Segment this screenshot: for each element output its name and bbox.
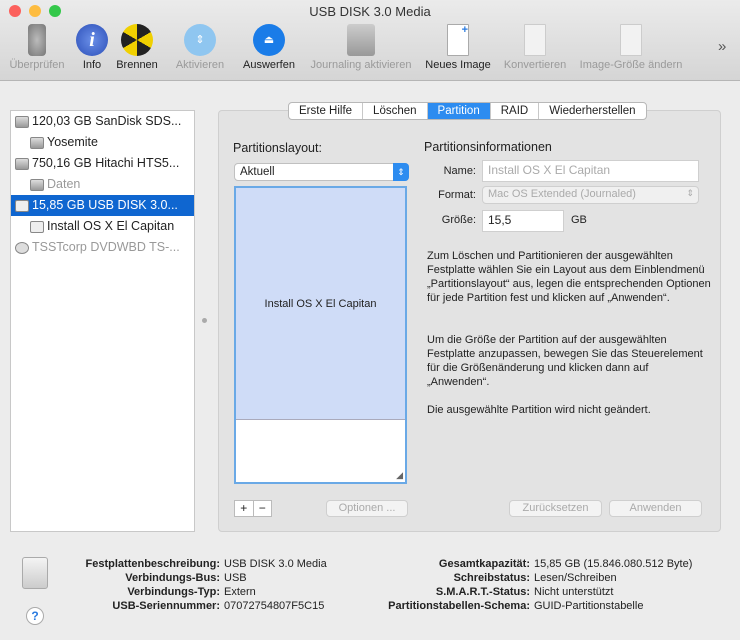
name-label: Name: [443, 165, 476, 177]
info-value: USB [224, 572, 247, 584]
info-label: Schreibstatus: [453, 572, 530, 584]
convert-button[interactable]: Konvertieren [499, 24, 571, 71]
revert-button[interactable]: Zurücksetzen [509, 500, 602, 517]
journaling-icon [347, 24, 375, 56]
chevron-updown-icon: ⇕ [393, 163, 409, 181]
partition-info-title: Partitionsinformationen [424, 140, 552, 154]
new-image-button[interactable]: + Neues Image [421, 24, 495, 71]
partition-block[interactable]: Install OS X El Capitan [236, 188, 405, 420]
tab-bar: Erste Hilfe Löschen Partition RAID Wiede… [288, 102, 647, 120]
resize-handle[interactable]: ◢ [396, 470, 403, 481]
tab-restore[interactable]: Wiederherstellen [539, 103, 645, 119]
tab-erase[interactable]: Löschen [363, 103, 428, 119]
info-label: USB-Seriennummer: [112, 600, 220, 612]
disk-info-right: Gesamtkapazität: 15,85 GB (15.846.080.512… [330, 558, 740, 614]
size-input[interactable]: 15,5 [482, 210, 564, 232]
info-value: 07072754807F5C15 [224, 600, 325, 612]
tab-partition[interactable]: Partition [427, 103, 491, 119]
optical-disc-icon [15, 241, 29, 254]
resize-image-button[interactable]: Image-Größe ändern [573, 24, 689, 71]
add-partition-button[interactable]: + [235, 501, 254, 516]
window-title: USB DISK 3.0 Media [309, 4, 431, 19]
info-value: 15,85 GB (15.846.080.512 Byte) [534, 558, 693, 570]
disk-info-left: Festplattenbeschreibung: USB DISK 3.0 Med… [60, 558, 360, 614]
toolbar: USB DISK 3.0 Media Überprüfen i Info Bren… [0, 0, 740, 81]
info-label: Gesamtkapazität: [438, 558, 530, 570]
help-text-1: Zum Löschen und Partitionieren der ausge… [427, 250, 711, 304]
tab-raid[interactable]: RAID [491, 103, 540, 119]
volume-item[interactable]: Yosemite [11, 132, 194, 153]
name-input[interactable]: Install OS X El Capitan [482, 160, 699, 182]
mount-button[interactable]: ⇕ Aktivieren [170, 24, 230, 71]
tab-first-aid[interactable]: Erste Hilfe [289, 103, 364, 119]
disk-list: 120,03 GB SanDisk SDS... Yosemite 750,16… [10, 110, 195, 532]
help-text-2: Um die Größe der Partition auf der ausge… [427, 334, 703, 388]
convert-icon [524, 24, 546, 56]
mount-icon: ⇕ [184, 24, 216, 56]
apply-button[interactable]: Anwenden [609, 500, 702, 517]
disk-item[interactable]: 750,16 GB Hitachi HTS5... [11, 153, 194, 174]
options-button[interactable]: Optionen ... [326, 500, 408, 517]
split-view-handle[interactable] [202, 318, 207, 323]
verify-button[interactable]: Überprüfen [5, 24, 69, 71]
info-value: Extern [224, 586, 256, 598]
info-value: Lesen/Schreiben [534, 572, 617, 584]
burn-icon [121, 24, 153, 56]
info-label: Partitionstabellen-Schema: [388, 600, 530, 612]
help-button[interactable]: ? [26, 607, 44, 625]
info-label: Festplattenbeschreibung: [85, 558, 220, 570]
format-value: Mac OS Extended (Journaled) [488, 188, 636, 200]
burn-button[interactable]: Brennen [113, 24, 161, 71]
info-label: Verbindungs-Typ: [127, 586, 220, 598]
volume-item[interactable]: Install OS X El Capitan [11, 216, 194, 237]
info-label: Verbindungs-Bus: [125, 572, 220, 584]
info-value: GUID-Partitionstabelle [534, 600, 644, 612]
hard-disk-icon [30, 178, 44, 191]
volume-item[interactable]: Daten [11, 174, 194, 195]
chevron-updown-icon: ⇕ [686, 188, 694, 198]
resize-image-icon [620, 24, 642, 56]
usb-disk-icon [15, 199, 29, 212]
size-unit: GB [571, 214, 587, 226]
new-image-icon: + [447, 24, 469, 56]
format-select[interactable]: Mac OS Extended (Journaled) ⇕ [482, 186, 699, 204]
disk-item-selected[interactable]: 15,85 GB USB DISK 3.0... [11, 195, 194, 216]
optical-drive-item[interactable]: TSSTcorp DVDWBD TS-... [11, 237, 194, 258]
usb-disk-icon [30, 220, 44, 233]
eject-button[interactable]: ⏏ Auswerfen [238, 24, 300, 71]
usb-disk-icon [22, 557, 48, 589]
partition-layout-select[interactable]: Aktuell ⇕ [234, 163, 409, 181]
hard-disk-icon [15, 115, 29, 128]
info-button[interactable]: i Info [76, 24, 108, 71]
journaling-button[interactable]: Journaling aktivieren [303, 24, 419, 71]
info-value: Nicht unterstützt [534, 586, 614, 598]
size-label: Größe: [441, 214, 476, 226]
add-remove-control: + − [234, 500, 272, 517]
info-icon: i [76, 24, 108, 56]
info-value: USB DISK 3.0 Media [224, 558, 327, 570]
help-text-3: Die ausgewählte Partition wird nicht geä… [427, 404, 651, 416]
format-label: Format: [438, 189, 476, 201]
hard-disk-icon [30, 136, 44, 149]
partition-map: Install OS X El Capitan ◢ [234, 186, 407, 484]
remove-partition-button[interactable]: − [254, 501, 272, 516]
hard-disk-icon [15, 157, 29, 170]
eject-icon: ⏏ [253, 24, 285, 56]
partition-layout-value: Aktuell [240, 166, 275, 178]
partition-block-label: Install OS X El Capitan [264, 297, 377, 310]
microscope-icon [28, 24, 46, 56]
info-label: S.M.A.R.T.-Status: [435, 586, 530, 598]
toolbar-overflow-button[interactable]: » [718, 38, 726, 55]
partition-layout-label: Partitionslayout: [233, 141, 322, 155]
disk-item[interactable]: 120,03 GB SanDisk SDS... [11, 111, 194, 132]
